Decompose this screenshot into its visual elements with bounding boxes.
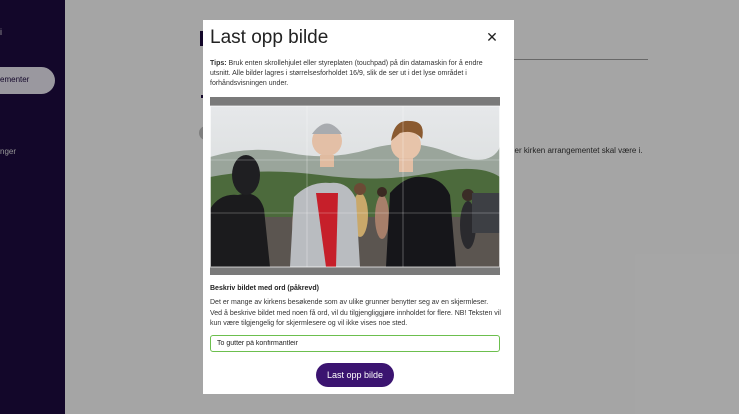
- tips-body: Bruk enten skrollehjulet eller styreplat…: [210, 60, 483, 87]
- upload-image-dialog: Last opp bilde ✕ Tips: Bruk enten skroll…: [203, 20, 514, 394]
- alt-text-label: Beskriv bildet med ord (påkrevd): [210, 285, 319, 292]
- alt-text-description: Det er mange av kirkens besøkende som av…: [210, 299, 501, 327]
- upload-image-button[interactable]: Last opp bilde: [316, 363, 394, 387]
- image-crop-preview[interactable]: [210, 97, 500, 275]
- dialog-title: Last opp bilde: [210, 27, 329, 48]
- crop-band-bottom: [210, 267, 500, 275]
- alt-text-input[interactable]: [210, 335, 500, 352]
- photo-preview: [210, 97, 500, 275]
- crop-band-top: [210, 97, 500, 106]
- tips-text: Tips: Bruk enten skrollehjulet eller sty…: [210, 59, 502, 89]
- close-icon[interactable]: ✕: [485, 29, 499, 45]
- tips-label: Tips:: [210, 60, 227, 67]
